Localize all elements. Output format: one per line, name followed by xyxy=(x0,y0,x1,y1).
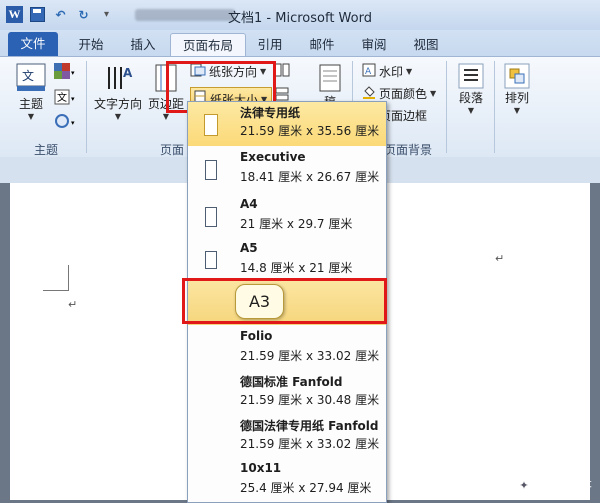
watermark-button[interactable]: A 水印 ▼ xyxy=(362,63,412,80)
paper-size-option-a5[interactable]: A5 14.8 厘米 x 21 厘米 xyxy=(188,237,386,281)
paragraph-button[interactable]: 段落 ▼ xyxy=(454,63,488,115)
tab-page-layout[interactable]: 页面布局 xyxy=(170,33,246,57)
wukong-logo-icon: ✦ xyxy=(512,474,535,496)
columns-icon[interactable] xyxy=(274,63,290,77)
margin-corner-mark xyxy=(43,265,69,291)
theme-effects-icon: ▾ xyxy=(54,113,76,129)
svg-text:▾: ▾ xyxy=(71,95,75,103)
svg-text:▾: ▾ xyxy=(71,69,75,77)
tab-file[interactable]: 文件 xyxy=(8,32,58,56)
watermark-icon: A xyxy=(362,63,376,80)
ribbon-tabs: 文件 开始 插入 页面布局 引用 邮件 审阅 视图 xyxy=(0,30,600,57)
page-icon xyxy=(204,114,218,136)
watermark: ✦ 悟空问答 xyxy=(512,474,592,496)
title-bar: W ↶ ↻ ▾ 文档1 - Microsoft Word xyxy=(0,0,600,30)
theme-colors-icon: ▾ xyxy=(54,63,76,79)
group-label-page: 页面 xyxy=(160,143,185,157)
tab-home[interactable]: 开始 xyxy=(66,33,116,56)
svg-text:A: A xyxy=(365,67,372,77)
group-divider xyxy=(494,61,495,153)
paper-size-option-a4[interactable]: A4 21 厘米 x 29.7 厘米 xyxy=(188,193,386,237)
theme-fonts-icon: 文 ▾ xyxy=(54,89,76,105)
theme-fonts-button[interactable]: 文 ▾ xyxy=(54,89,76,105)
paper-size-option-german-std-fanfold[interactable]: 德国标准 Fanfold 21.59 厘米 x 30.48 厘米 xyxy=(188,369,386,413)
arrange-button[interactable]: 排列 ▼ xyxy=(500,63,534,115)
group-divider xyxy=(86,61,87,153)
paper-size-option-executive[interactable]: Executive 18.41 厘米 x 26.67 厘米 xyxy=(188,146,386,190)
themes-button[interactable]: 文 主题 ▼ xyxy=(14,63,48,121)
tab-mailings[interactable]: 邮件 xyxy=(302,33,342,56)
theme-effects-button[interactable]: ▾ xyxy=(54,113,76,129)
paper-size-option-legal[interactable]: 法律专用纸 21.59 厘米 x 35.56 厘米 xyxy=(188,102,386,146)
paper-size-option-10x11[interactable]: 10x11 25.4 厘米 x 27.94 厘米 xyxy=(188,457,386,501)
svg-text:▾: ▾ xyxy=(71,119,75,127)
group-label-themes: 主题 xyxy=(34,143,59,157)
tab-insert[interactable]: 插入 xyxy=(120,33,166,56)
group-label-page-background: 页面背景 xyxy=(384,143,433,157)
arrange-icon xyxy=(504,63,530,89)
svg-text:文: 文 xyxy=(57,91,67,104)
paragraph-icon xyxy=(458,63,484,89)
tab-references[interactable]: 引用 xyxy=(250,33,290,56)
page-icon xyxy=(205,160,217,180)
group-divider xyxy=(446,61,447,153)
breaks-icon[interactable] xyxy=(274,87,290,101)
page-color-button[interactable]: 页面颜色 ▼ xyxy=(362,85,436,102)
text-direction-icon: A xyxy=(103,63,133,95)
paragraph-mark: ↵ xyxy=(495,252,505,265)
page-icon xyxy=(205,251,217,269)
svg-text:文: 文 xyxy=(22,68,34,83)
window-title: 文档1 - Microsoft Word xyxy=(228,11,372,26)
paper-size-option-german-legal-fanfold[interactable]: 德国法律专用纸 Fanfold 21.59 厘米 x 33.02 厘米 xyxy=(188,413,386,457)
manuscript-icon xyxy=(318,63,342,93)
tab-view[interactable]: 视图 xyxy=(406,33,446,56)
svg-text:A: A xyxy=(123,66,133,80)
page-icon xyxy=(205,207,217,227)
paragraph-mark: ↵ xyxy=(68,298,78,311)
paint-bucket-icon xyxy=(362,85,376,102)
a3-highlight-box xyxy=(182,278,387,324)
paper-size-option-folio[interactable]: Folio 21.59 厘米 x 33.02 厘米 xyxy=(188,325,386,369)
themes-icon: 文 xyxy=(16,63,46,95)
theme-colors-button[interactable]: ▾ xyxy=(54,63,76,79)
text-direction-button[interactable]: A 文字方向 ▼ xyxy=(92,63,144,121)
tab-review[interactable]: 审阅 xyxy=(354,33,394,56)
